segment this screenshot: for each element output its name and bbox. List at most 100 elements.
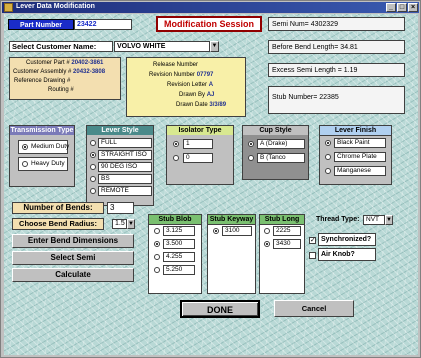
semi-num-field: Semi Num= 4302329 bbox=[268, 17, 405, 31]
title-bar[interactable]: Lever Data Modification _ □ × bbox=[2, 2, 419, 13]
lever-style-bs-radio[interactable] bbox=[90, 176, 96, 182]
isolator-0-option[interactable]: 0 bbox=[183, 153, 213, 163]
bend-radius-select[interactable]: 1.5 bbox=[112, 219, 127, 229]
close-button[interactable]: × bbox=[408, 3, 418, 12]
part-number-field[interactable]: 23422 bbox=[74, 19, 132, 30]
thread-type-chevron-down-icon[interactable]: ▼ bbox=[385, 215, 393, 225]
lever-finish-chrome-option[interactable]: Chrome Plate bbox=[334, 152, 386, 162]
routing-label: Routing # bbox=[48, 87, 74, 93]
stub-long-2225-option[interactable]: 2225 bbox=[273, 226, 301, 236]
form-icon bbox=[4, 3, 13, 12]
lever-style-group: Lever Style FULL STRAIGHT ISO 90 DEG ISO… bbox=[86, 125, 154, 206]
customer-info-panel: Customer Part # 20402-3861 Customer Asse… bbox=[9, 57, 121, 100]
stub-blob-group: Stub Blob 3.125 3.500 4.255 5.250 bbox=[148, 214, 202, 294]
isolator-0-radio[interactable] bbox=[173, 155, 179, 161]
lever-finish-manganese-radio[interactable] bbox=[325, 168, 331, 174]
lever-finish-black-radio[interactable] bbox=[325, 140, 331, 146]
isolator-type-group: Isolator Type 1 0 bbox=[166, 125, 234, 185]
drawn-date-value[interactable]: 3/3/89 bbox=[209, 102, 226, 108]
heavy-duty-label: Heavy Duty bbox=[31, 160, 65, 167]
stub-keyway-3100-option[interactable]: 3100 bbox=[222, 226, 252, 236]
stub-blob-5250-option[interactable]: 5.250 bbox=[163, 265, 195, 275]
revision-number-value[interactable]: 07797 bbox=[197, 72, 214, 78]
chevron-down-icon[interactable]: ▼ bbox=[210, 41, 219, 52]
stub-blob-4255-radio[interactable] bbox=[154, 254, 160, 260]
maximize-button[interactable]: □ bbox=[397, 3, 407, 12]
air-knob-label: Air Knob? bbox=[318, 248, 376, 261]
cup-style-a-radio[interactable] bbox=[248, 141, 254, 147]
synchronized-checkbox[interactable]: ✓ bbox=[309, 237, 316, 244]
stub-long-3430-option[interactable]: 3430 bbox=[273, 239, 301, 249]
lever-style-90deg-iso-option[interactable]: 90 DEG ISO bbox=[98, 162, 152, 172]
bend-radius-chevron-down-icon[interactable]: ▼ bbox=[127, 219, 135, 229]
customer-part-value[interactable]: 20402-3861 bbox=[71, 60, 103, 66]
medium-duty-option[interactable]: Medium Duty bbox=[18, 140, 70, 154]
revision-letter-value[interactable]: A bbox=[209, 82, 213, 88]
reference-drawing-label: Reference Drawing # bbox=[14, 78, 71, 84]
lever-style-remote-option[interactable]: REMOTE bbox=[98, 186, 152, 196]
lever-style-straight-iso-radio[interactable] bbox=[90, 152, 96, 158]
heavy-duty-radio[interactable] bbox=[22, 161, 28, 167]
number-of-bends-field[interactable]: 3 bbox=[107, 202, 134, 214]
isolator-1-option[interactable]: 1 bbox=[183, 139, 213, 149]
enter-bend-dimensions-button[interactable]: Enter Bend Dimensions bbox=[12, 234, 134, 248]
release-info-panel: Release Number Revision Number 07797 Rev… bbox=[126, 57, 246, 117]
cup-style-header: Cup Style bbox=[243, 126, 308, 135]
stub-long-2225-radio[interactable] bbox=[264, 228, 270, 234]
isolator-1-radio[interactable] bbox=[173, 141, 179, 147]
stub-blob-3500-radio[interactable] bbox=[154, 241, 160, 247]
cancel-button[interactable]: Cancel bbox=[274, 300, 354, 317]
medium-duty-label: Medium Duty bbox=[31, 143, 70, 150]
heavy-duty-option[interactable]: Heavy Duty bbox=[18, 157, 68, 171]
customer-assembly-value[interactable]: 20432-3808 bbox=[73, 69, 105, 75]
transmission-type-header: Transmission Type bbox=[10, 126, 74, 135]
stub-number-field: Stub Number= 22385 bbox=[268, 86, 405, 114]
customer-part-label: Customer Part # bbox=[26, 60, 70, 66]
before-bend-length-field: Before Bend Length= 34.81 bbox=[268, 40, 405, 54]
drawn-by-label: Drawn By bbox=[179, 92, 206, 98]
cup-style-a-option[interactable]: A (Drake) bbox=[257, 139, 305, 149]
thread-type-select[interactable]: NVT bbox=[363, 215, 385, 225]
excess-semi-length-field: Excess Semi Length = 1.19 bbox=[268, 63, 405, 77]
lever-finish-chrome-radio[interactable] bbox=[325, 154, 331, 160]
stub-keyway-3100-radio[interactable] bbox=[213, 228, 219, 234]
stub-blob-3500-option[interactable]: 3.500 bbox=[163, 239, 195, 249]
drawn-by-value[interactable]: AJ bbox=[207, 92, 215, 98]
lever-finish-group: Lever Finish Black Paint Chrome Plate Ma… bbox=[319, 125, 392, 185]
medium-duty-radio[interactable] bbox=[22, 144, 28, 150]
lever-style-full-option[interactable]: FULL bbox=[98, 138, 152, 148]
calculate-button[interactable]: Calculate bbox=[12, 268, 134, 282]
stub-long-header: Stub Long bbox=[260, 215, 304, 225]
stub-blob-3125-option[interactable]: 3.125 bbox=[163, 226, 195, 236]
lever-style-full-radio[interactable] bbox=[90, 140, 96, 146]
lever-style-straight-iso-option[interactable]: STRAIGHT ISO bbox=[98, 150, 152, 160]
select-semi-button[interactable]: Select Semi bbox=[12, 251, 134, 265]
lever-finish-manganese-option[interactable]: Manganese bbox=[334, 166, 386, 176]
customer-select[interactable]: VOLVO WHITE bbox=[114, 41, 210, 52]
number-of-bends-label: Number of Bends: bbox=[12, 202, 104, 214]
lever-style-header: Lever Style bbox=[87, 126, 153, 135]
lever-style-90deg-iso-radio[interactable] bbox=[90, 164, 96, 170]
customer-assembly-label: Customer Assembly # bbox=[13, 69, 72, 75]
window-title: Lever Data Modification bbox=[16, 3, 95, 10]
stub-blob-4255-option[interactable]: 4.255 bbox=[163, 252, 195, 262]
air-knob-checkbox[interactable] bbox=[309, 252, 316, 259]
cup-style-b-option[interactable]: B (Tanco bbox=[257, 153, 305, 163]
cup-style-group: Cup Style A (Drake) B (Tanco bbox=[242, 125, 309, 180]
stub-long-3430-radio[interactable] bbox=[264, 241, 270, 247]
minimize-button[interactable]: _ bbox=[386, 3, 396, 12]
done-button[interactable]: DONE bbox=[180, 300, 260, 318]
modification-session-label: Modification Session bbox=[156, 16, 262, 32]
synchronized-label: Synchronized? bbox=[318, 233, 376, 246]
stub-keyway-group: Stub Keyway 3100 bbox=[207, 214, 256, 294]
stub-blob-3125-radio[interactable] bbox=[154, 228, 160, 234]
stub-blob-5250-radio[interactable] bbox=[154, 267, 160, 273]
choose-bend-radius-label: Choose Bend Radius: bbox=[12, 218, 104, 230]
thread-type-label: Thread Type: bbox=[316, 216, 360, 223]
cup-style-b-radio[interactable] bbox=[248, 155, 254, 161]
lever-style-remote-radio[interactable] bbox=[90, 188, 96, 194]
lever-style-bs-option[interactable]: BS bbox=[98, 174, 152, 184]
release-number-label: Release Number bbox=[153, 62, 199, 68]
lever-finish-black-option[interactable]: Black Paint bbox=[334, 138, 386, 148]
transmission-type-group: Transmission Type Medium Duty Heavy Duty bbox=[9, 125, 75, 187]
